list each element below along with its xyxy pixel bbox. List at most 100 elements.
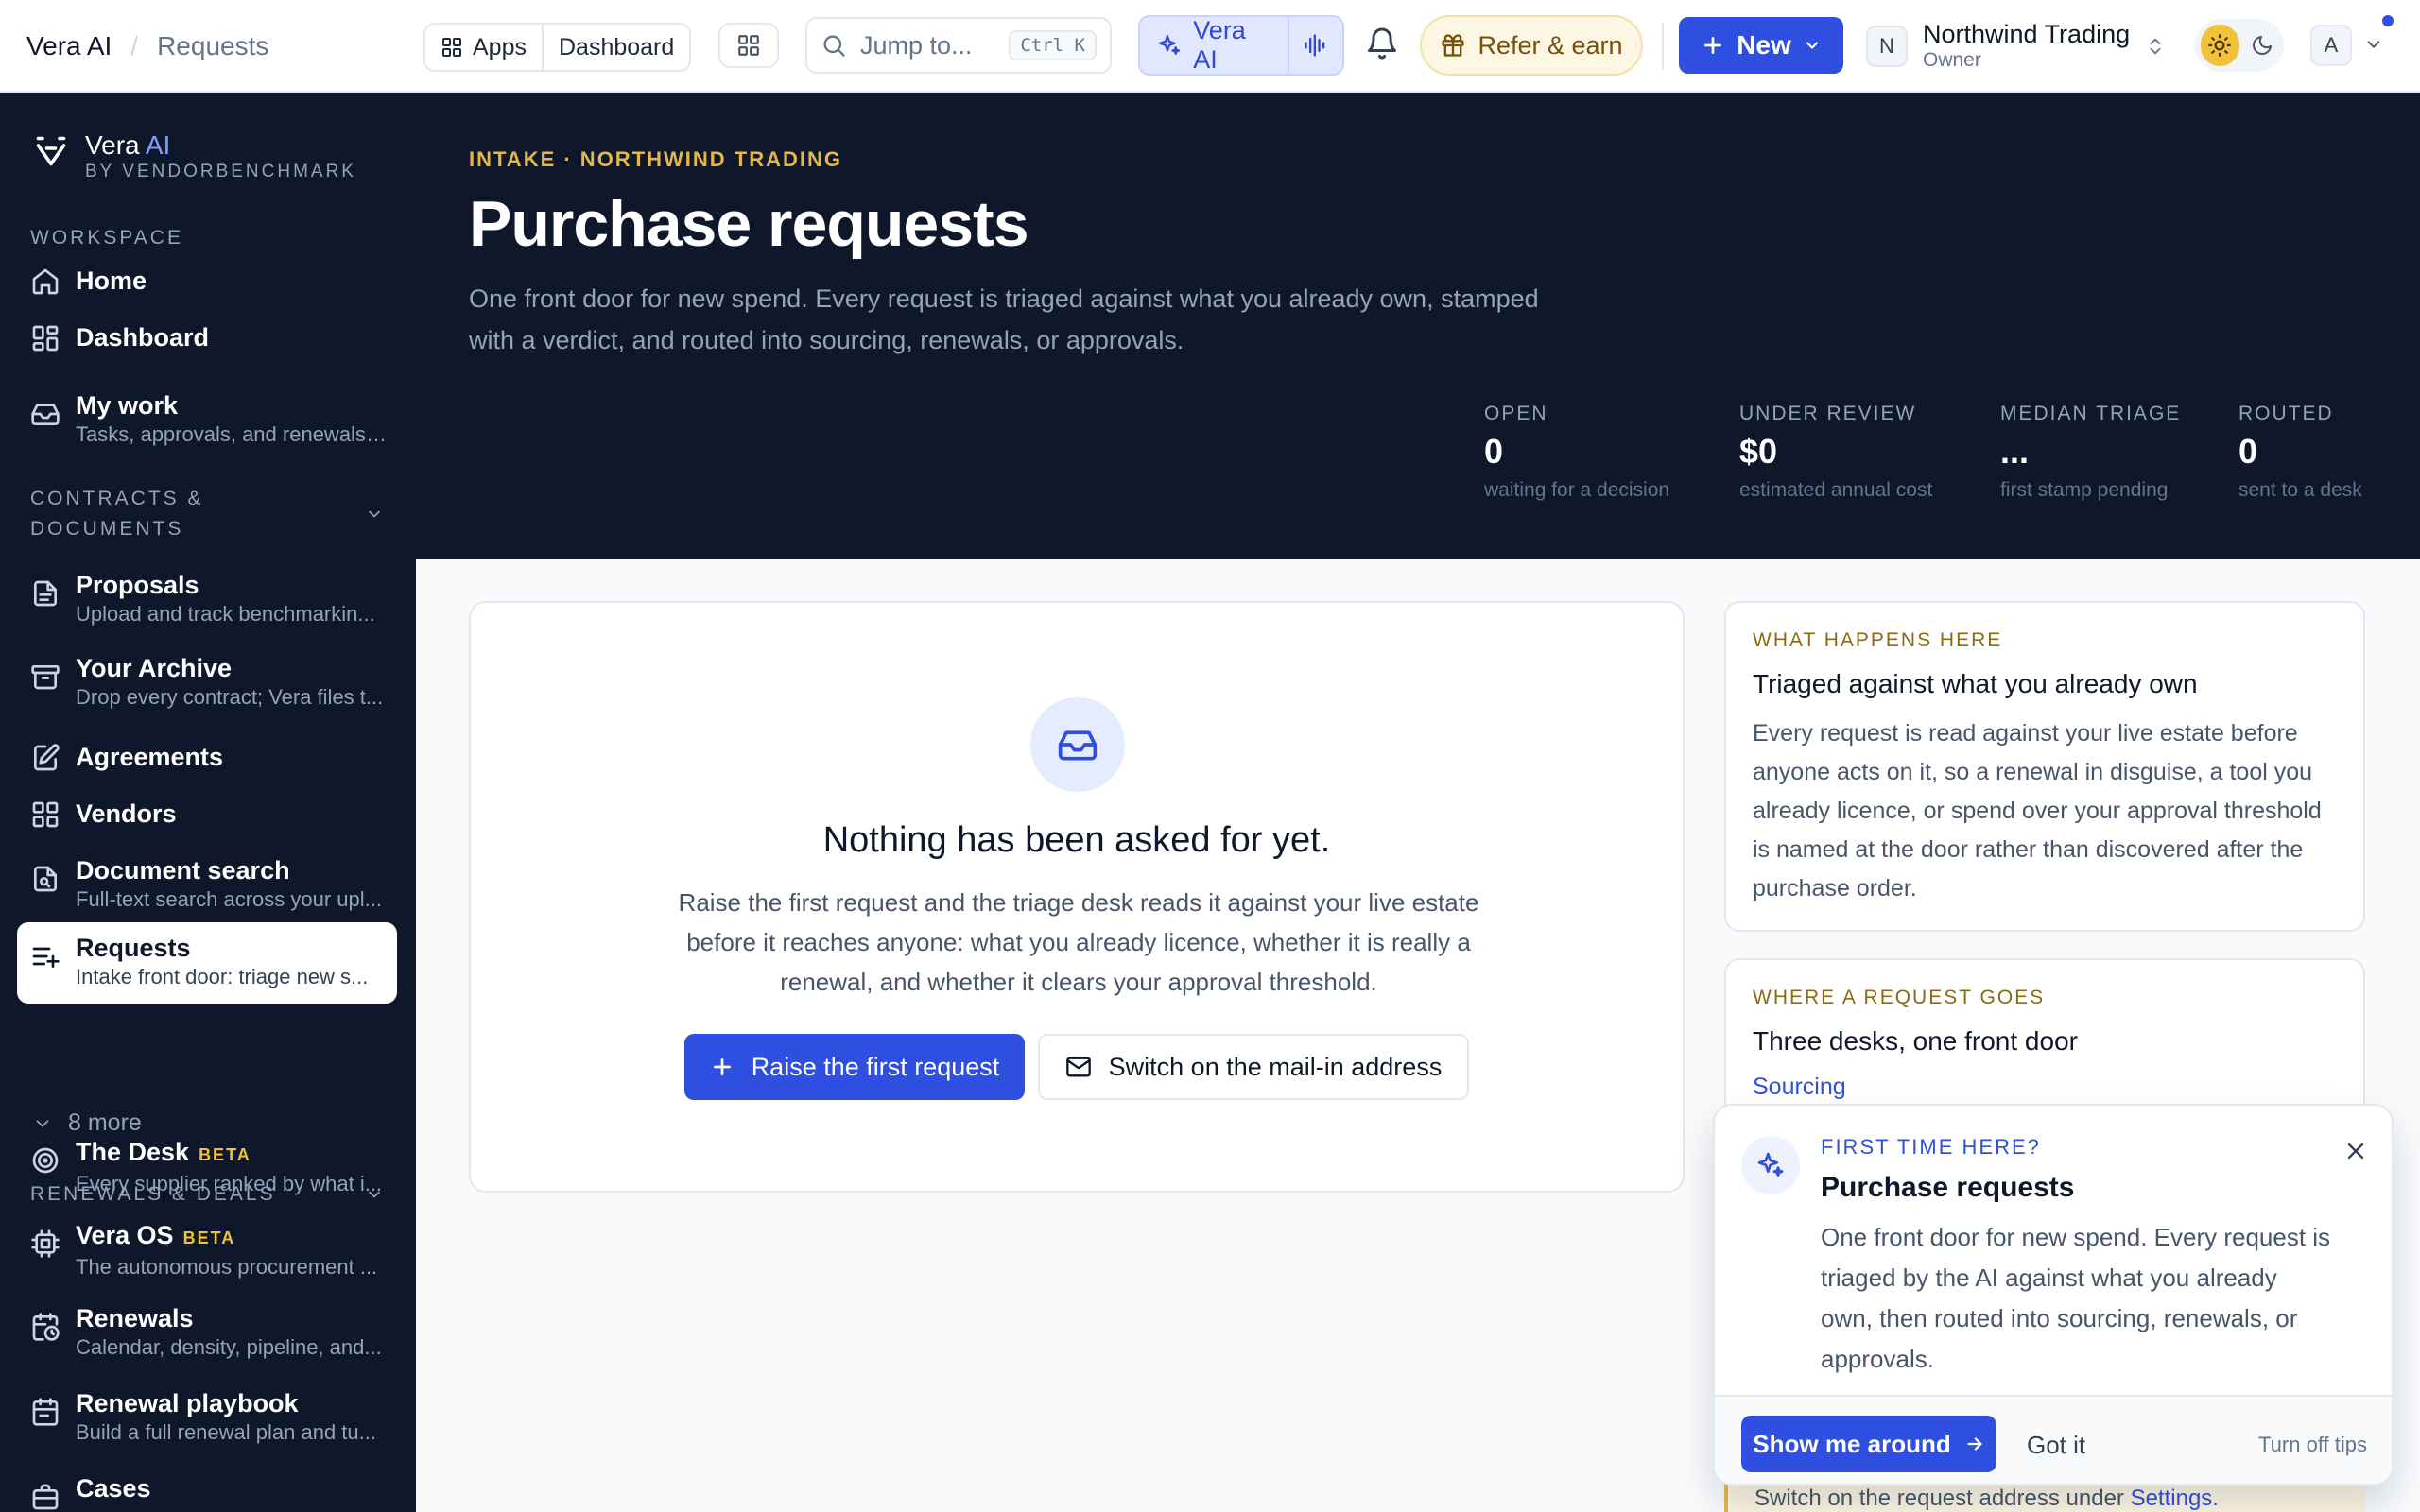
mail-in-address-label: Switch on the mail-in address bbox=[1108, 1052, 1443, 1081]
apps-button[interactable]: Apps bbox=[425, 25, 542, 70]
mail-icon bbox=[1065, 1057, 1091, 1077]
calendar-icon bbox=[32, 1398, 59, 1426]
chevron-down-icon bbox=[2367, 41, 2380, 48]
notification-dot bbox=[2382, 15, 2394, 26]
refer-label: Refer & earn bbox=[1478, 30, 1623, 60]
close-tip-button[interactable] bbox=[2342, 1138, 2369, 1164]
sidebar-item-label: Renewals bbox=[76, 1304, 194, 1332]
sidebar-item-label: Your Archive bbox=[76, 654, 233, 682]
sidebar-item-my-work[interactable]: My work Tasks, approvals, and renewals .… bbox=[17, 380, 397, 457]
sidebar-item-document-search[interactable]: Document search Full-text search across … bbox=[17, 845, 397, 922]
org-avatar: N bbox=[1866, 26, 1908, 67]
stat-label: MEDIAN TRIAGE bbox=[2000, 403, 2182, 424]
got-it-button[interactable]: Got it bbox=[2027, 1431, 2085, 1460]
user-avatar[interactable]: A bbox=[2310, 25, 2352, 66]
sidebar-item-renewals[interactable]: Renewals Calendar, density, pipeline, an… bbox=[17, 1293, 397, 1370]
layout-grid-button[interactable] bbox=[718, 23, 779, 68]
sidebar-item-home[interactable]: Home bbox=[17, 255, 397, 306]
sidebar-item-proposals[interactable]: Proposals Upload and track benchmarkin..… bbox=[17, 559, 397, 637]
org-role: Owner bbox=[1923, 49, 1981, 71]
theme-toggle[interactable] bbox=[2195, 19, 2284, 72]
sidebar-item-description: Drop every contract; Vera files t... bbox=[76, 685, 384, 709]
sidebar-item-requests[interactable]: Requests Intake front door: triage new s… bbox=[17, 922, 397, 1004]
sidebar-item-label: Proposals bbox=[76, 571, 199, 599]
sidebar-item-cases[interactable]: Cases bbox=[17, 1463, 397, 1512]
dashboard-icon bbox=[32, 325, 59, 352]
stat-label: ROUTED bbox=[2238, 403, 2334, 424]
stat-open: OPEN 0 waiting for a decision bbox=[1484, 401, 1669, 505]
sidebar-item-vera-os[interactable]: Vera OS BETA The autonomous procurement .… bbox=[17, 1210, 397, 1290]
sidebar-item-the-desk[interactable]: The Desk BETA Every supplier ranked by wh… bbox=[17, 1126, 397, 1207]
tip-footer: Show me around Got it Turn off tips bbox=[1715, 1395, 2392, 1484]
plus-icon bbox=[1704, 37, 1722, 54]
sidebar-item-label: Cases bbox=[76, 1474, 151, 1503]
empty-state-description: Raise the first request and the triage d… bbox=[678, 888, 1479, 996]
sidebar-item-description: Intake front door: triage new s... bbox=[76, 965, 369, 988]
sidebar-item-your-archive[interactable]: Your Archive Drop every contract; Vera f… bbox=[17, 643, 397, 720]
refer-earn-button[interactable]: Refer & earn bbox=[1420, 15, 1643, 76]
sidebar-item-vendors[interactable]: Vendors bbox=[17, 788, 397, 839]
info-card-what-happens: WHAT HAPPENS HERE Triaged against what y… bbox=[1724, 601, 2365, 932]
brand-byline: BY VENDORBENCHMARK bbox=[85, 162, 356, 181]
breadcrumb-root[interactable]: Vera AI bbox=[26, 31, 112, 61]
mail-in-address-button[interactable]: Switch on the mail-in address bbox=[1038, 1034, 1469, 1100]
raise-first-request-label: Raise the first request bbox=[751, 1052, 1000, 1081]
brand[interactable]: Vera AI BY VENDORBENCHMARK bbox=[34, 130, 356, 183]
stat-caption: first stamp pending bbox=[2000, 479, 2169, 501]
empty-state-title: Nothing has been asked for yet. bbox=[822, 820, 1331, 860]
beta-badge: BETA bbox=[199, 1145, 251, 1164]
vera-ai-button[interactable]: Vera AI bbox=[1138, 15, 1344, 76]
show-me-around-button[interactable]: Show me around bbox=[1741, 1416, 1996, 1472]
sidebar-item-description: Build a full renewal plan and tu... bbox=[76, 1420, 376, 1444]
page-eyebrow: INTAKE · NORTHWIND TRADING bbox=[469, 147, 842, 171]
org-switcher[interactable]: N Northwind Trading Owner bbox=[1866, 17, 2166, 76]
info-card-kicker: WHAT HAPPENS HERE bbox=[1753, 629, 2003, 651]
beta-badge: BETA bbox=[182, 1228, 236, 1247]
user-menu-button[interactable] bbox=[2363, 34, 2384, 55]
sidebar-item-label: My work bbox=[76, 391, 179, 420]
sidebar-item-description: Calendar, density, pipeline, and... bbox=[76, 1335, 382, 1359]
sparkles-icon bbox=[1159, 35, 1181, 55]
chevron-down-icon bbox=[1806, 42, 1818, 49]
chevron-down-icon bbox=[369, 510, 380, 518]
turn-off-tips-button[interactable]: Turn off tips bbox=[2258, 1433, 2367, 1457]
briefcase-icon bbox=[32, 1484, 59, 1510]
stat-under-review: UNDER REVIEW $0 estimated annual cost bbox=[1739, 401, 1932, 505]
section-collapse-button[interactable] bbox=[365, 505, 384, 524]
sidebar-item-label: Requests bbox=[76, 934, 191, 962]
archive-icon bbox=[31, 665, 60, 690]
tip-kicker: FIRST TIME HERE? bbox=[1821, 1135, 2041, 1159]
notifications-button[interactable] bbox=[1365, 26, 1399, 60]
light-mode-button[interactable] bbox=[2201, 25, 2239, 66]
apps-label: Apps bbox=[473, 33, 527, 60]
dashboard-label: Dashboard bbox=[558, 33, 675, 60]
page-header: INTAKE · NORTHWIND TRADING Purchase requ… bbox=[416, 93, 2420, 559]
raise-first-request-button[interactable]: Raise the first request bbox=[684, 1034, 1025, 1100]
sourcing-link[interactable]: Sourcing bbox=[1753, 1074, 2337, 1101]
new-button[interactable]: New bbox=[1679, 17, 1843, 74]
dashboard-button[interactable]: Dashboard bbox=[541, 25, 689, 70]
empty-state-icon-wrap bbox=[1030, 697, 1125, 792]
sidebar-item-renewal-playbook[interactable]: Renewal playbook Build a full renewal pl… bbox=[17, 1378, 397, 1455]
stat-median-triage: MEDIAN TRIAGE ... first stamp pending bbox=[2000, 401, 2181, 505]
edit-document-icon bbox=[34, 744, 60, 771]
stat-label: UNDER REVIEW bbox=[1739, 403, 1917, 424]
sidebar-item-label: Renewal playbook bbox=[76, 1389, 299, 1418]
page-description: One front door for new spend. Every requ… bbox=[469, 284, 1539, 354]
dark-mode-button[interactable] bbox=[2247, 28, 2278, 62]
stat-value: 0 bbox=[1484, 432, 1504, 471]
sidebar-item-label: Agreements bbox=[76, 743, 224, 771]
new-label: New bbox=[1737, 30, 1791, 60]
stat-value: 0 bbox=[2238, 432, 2258, 471]
cpu-icon bbox=[31, 1229, 60, 1258]
home-icon bbox=[32, 268, 59, 295]
sidebar-item-dashboard[interactable]: Dashboard bbox=[17, 312, 397, 363]
sidebar-item-description: Tasks, approvals, and renewals ... bbox=[76, 422, 388, 446]
plus-icon bbox=[713, 1058, 731, 1075]
settings-link[interactable]: Settings. bbox=[2131, 1486, 2219, 1511]
sidebar-item-agreements[interactable]: Agreements bbox=[17, 731, 397, 782]
search-input[interactable]: Jump to... Ctrl K bbox=[805, 17, 1112, 74]
vera-logo-icon bbox=[36, 136, 66, 166]
page-title: Purchase requests bbox=[469, 188, 1029, 260]
voice-button[interactable] bbox=[1288, 17, 1342, 74]
